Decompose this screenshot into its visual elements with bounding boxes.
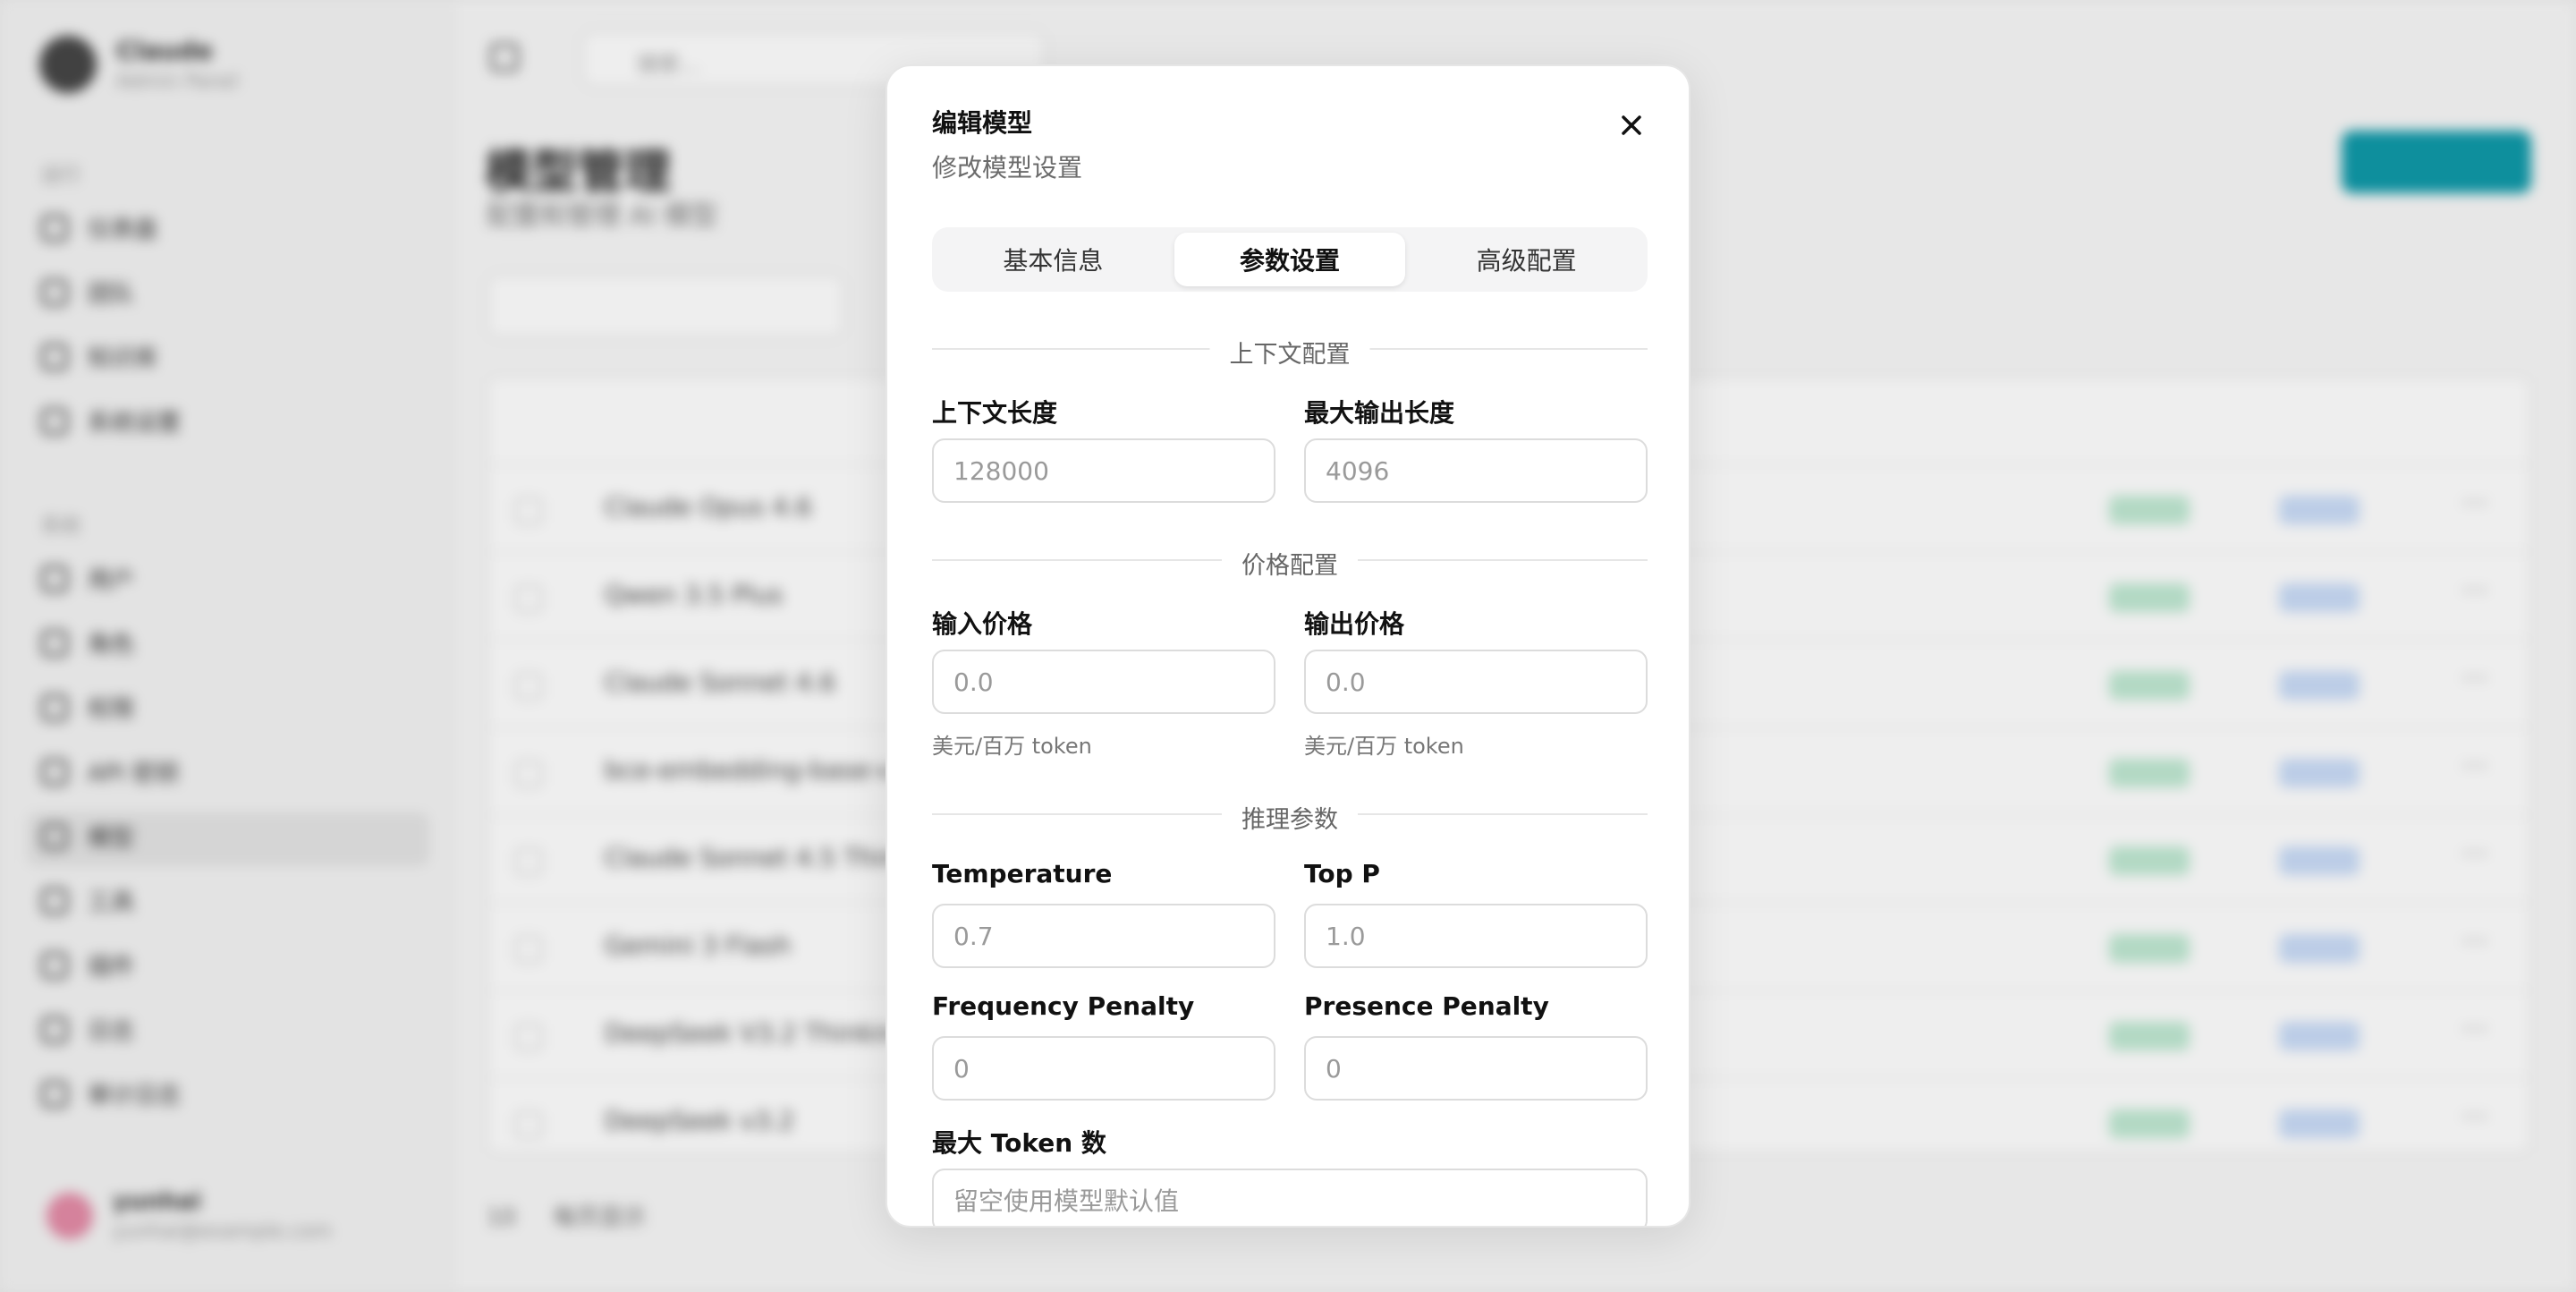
- dialog-title: 编辑模型: [932, 108, 1033, 138]
- frequency-penalty-input[interactable]: [932, 1036, 1275, 1101]
- top-p-label: Top P: [1304, 859, 1380, 888]
- presence-penalty-input[interactable]: [1304, 1036, 1648, 1101]
- max-output-input[interactable]: [1304, 438, 1648, 503]
- output-price-hint: 美元/百万 token: [1304, 734, 1464, 759]
- edit-model-dialog: 编辑模型 修改模型设置 基本信息 参数设置 高级配置 上下文配置 上下文长度 最…: [886, 64, 1690, 1228]
- context-length-input[interactable]: [932, 438, 1275, 503]
- temperature-label: Temperature: [932, 859, 1113, 888]
- output-price-label: 输出价格: [1304, 609, 1405, 639]
- section-title: 上下文配置: [1209, 335, 1370, 370]
- tab-parameters[interactable]: 参数设置: [1174, 233, 1406, 286]
- input-price-input[interactable]: [932, 650, 1275, 714]
- section-divider-context: 上下文配置: [932, 335, 1648, 370]
- section-title: 价格配置: [1222, 546, 1358, 581]
- tab-basic-info[interactable]: 基本信息: [937, 233, 1169, 286]
- close-button[interactable]: [1612, 106, 1651, 145]
- max-tokens-input[interactable]: [932, 1169, 1648, 1226]
- presence-penalty-label: Presence Penalty: [1304, 991, 1549, 1021]
- input-price-hint: 美元/百万 token: [932, 734, 1092, 759]
- max-tokens-label: 最大 Token 数: [932, 1128, 1106, 1158]
- section-divider-inference: 推理参数: [932, 800, 1648, 835]
- close-icon: [1622, 115, 1641, 135]
- frequency-penalty-label: Frequency Penalty: [932, 991, 1195, 1021]
- section-title: 推理参数: [1222, 800, 1358, 835]
- top-p-input[interactable]: [1304, 904, 1648, 968]
- section-divider-price: 价格配置: [932, 546, 1648, 581]
- context-length-label: 上下文长度: [932, 398, 1058, 428]
- max-output-label: 最大输出长度: [1304, 398, 1455, 428]
- tab-advanced[interactable]: 高级配置: [1411, 233, 1642, 286]
- input-price-label: 输入价格: [932, 609, 1033, 639]
- temperature-input[interactable]: [932, 904, 1275, 968]
- dialog-tabs: 基本信息 参数设置 高级配置: [932, 227, 1648, 292]
- output-price-input[interactable]: [1304, 650, 1648, 714]
- dialog-subtitle: 修改模型设置: [932, 153, 1083, 183]
